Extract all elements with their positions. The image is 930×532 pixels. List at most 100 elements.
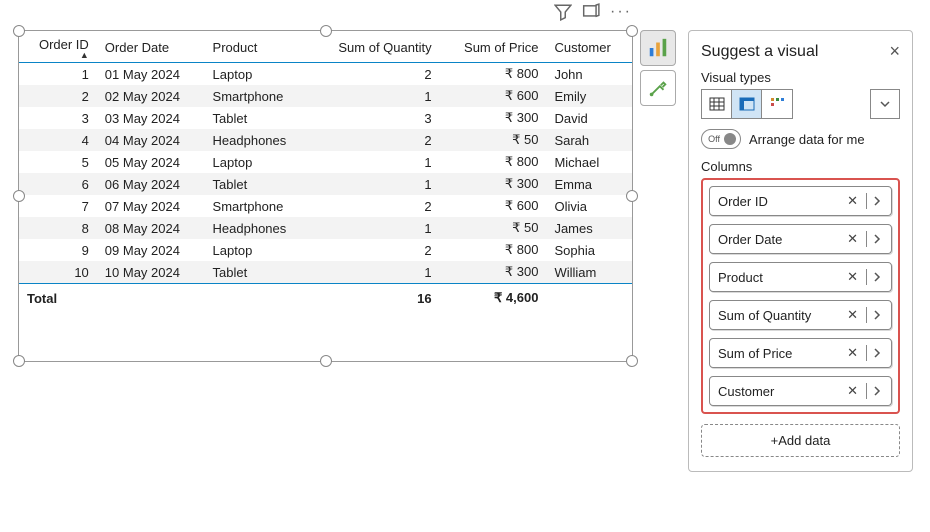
- suggest-visual-panel: Suggest a visual × Visual types Off Arra…: [688, 30, 913, 472]
- more-options-icon[interactable]: ···: [610, 3, 632, 21]
- format-visual-button[interactable]: [640, 70, 676, 106]
- table-row[interactable]: 707 May 2024Smartphone2₹ 600Olivia: [19, 195, 632, 217]
- column-header[interactable]: Order Date: [97, 31, 205, 63]
- field-pill[interactable]: Sum of Quantity✕: [709, 300, 892, 330]
- cell: Tablet: [205, 173, 311, 195]
- resize-handle[interactable]: [13, 355, 25, 367]
- remove-field-icon[interactable]: ✕: [843, 269, 862, 285]
- total-qty: 16: [311, 284, 440, 313]
- remove-field-icon[interactable]: ✕: [843, 383, 862, 399]
- table-row[interactable]: 303 May 2024Tablet3₹ 300David: [19, 107, 632, 129]
- table-row[interactable]: 404 May 2024Headphones2₹ 50Sarah: [19, 129, 632, 151]
- resize-handle[interactable]: [626, 355, 638, 367]
- field-pill[interactable]: Customer✕: [709, 376, 892, 406]
- table-total-row: Total 16 ₹ 4,600: [19, 284, 632, 313]
- table-row[interactable]: 101 May 2024Laptop2₹ 800John: [19, 63, 632, 86]
- chevron-right-icon[interactable]: [871, 271, 883, 283]
- column-header[interactable]: Sum of Quantity: [311, 31, 440, 63]
- cell: 3: [311, 107, 440, 129]
- cell: Michael: [546, 151, 632, 173]
- table-row[interactable]: 808 May 2024Headphones1₹ 50James: [19, 217, 632, 239]
- column-header[interactable]: Customer: [546, 31, 632, 63]
- remove-field-icon[interactable]: ✕: [843, 193, 862, 209]
- resize-handle[interactable]: [320, 25, 332, 37]
- cell: 07 May 2024: [97, 195, 205, 217]
- cell: Olivia: [546, 195, 632, 217]
- build-visual-button[interactable]: [640, 30, 676, 66]
- cell: 10 May 2024: [97, 261, 205, 284]
- cell: ₹ 600: [440, 85, 547, 107]
- chevron-right-icon[interactable]: [871, 233, 883, 245]
- resize-handle[interactable]: [320, 355, 332, 367]
- total-price: ₹ 4,600: [440, 284, 547, 313]
- cell: William: [546, 261, 632, 284]
- cell: 2: [311, 63, 440, 86]
- focus-mode-icon[interactable]: [582, 3, 600, 21]
- panel-title: Suggest a visual: [701, 43, 818, 61]
- cell: ₹ 800: [440, 151, 547, 173]
- close-icon[interactable]: ×: [889, 41, 900, 62]
- field-pill[interactable]: Order ID✕: [709, 186, 892, 216]
- resize-handle[interactable]: [626, 25, 638, 37]
- side-rail: [640, 30, 676, 106]
- cell: Laptop: [205, 63, 311, 86]
- cell: 2: [311, 195, 440, 217]
- cell: 9: [19, 239, 97, 261]
- table-row[interactable]: 909 May 2024Laptop2₹ 800Sophia: [19, 239, 632, 261]
- column-header[interactable]: Product: [205, 31, 311, 63]
- field-label: Order Date: [718, 232, 843, 247]
- cell: Tablet: [205, 107, 311, 129]
- cell: 10: [19, 261, 97, 284]
- remove-field-icon[interactable]: ✕: [843, 345, 862, 361]
- cell: Emily: [546, 85, 632, 107]
- cell: 4: [19, 129, 97, 151]
- table-row[interactable]: 606 May 2024Tablet1₹ 300Emma: [19, 173, 632, 195]
- cell: 1: [311, 151, 440, 173]
- cell: 1: [311, 261, 440, 284]
- filter-icon[interactable]: [554, 3, 572, 21]
- field-label: Customer: [718, 384, 843, 399]
- field-pill[interactable]: Product✕: [709, 262, 892, 292]
- add-data-button[interactable]: +Add data: [701, 424, 900, 457]
- sort-ascending-icon: ▲: [27, 52, 89, 58]
- cell: David: [546, 107, 632, 129]
- visual-type-expand[interactable]: [870, 89, 900, 119]
- cell: 2: [19, 85, 97, 107]
- table-visual-container[interactable]: ··· Order ID▲Order DateProductSum of Qua…: [18, 30, 633, 362]
- cell: ₹ 50: [440, 129, 547, 151]
- chevron-right-icon[interactable]: [871, 195, 883, 207]
- chevron-right-icon[interactable]: [871, 309, 883, 321]
- cell: ₹ 600: [440, 195, 547, 217]
- cell: 08 May 2024: [97, 217, 205, 239]
- visual-type-picker: [701, 89, 793, 119]
- cell: 7: [19, 195, 97, 217]
- cell: 8: [19, 217, 97, 239]
- resize-handle[interactable]: [13, 190, 25, 202]
- visual-type-matrix-icon[interactable]: [732, 90, 762, 118]
- cell: Tablet: [205, 261, 311, 284]
- cell: 05 May 2024: [97, 151, 205, 173]
- resize-handle[interactable]: [13, 25, 25, 37]
- cell: 01 May 2024: [97, 63, 205, 86]
- cell: 1: [311, 217, 440, 239]
- column-header[interactable]: Sum of Price: [440, 31, 547, 63]
- chevron-right-icon[interactable]: [871, 385, 883, 397]
- field-pill[interactable]: Sum of Price✕: [709, 338, 892, 368]
- table-row[interactable]: 1010 May 2024Tablet1₹ 300William: [19, 261, 632, 284]
- arrange-toggle[interactable]: Off: [701, 129, 741, 149]
- chevron-right-icon[interactable]: [871, 347, 883, 359]
- remove-field-icon[interactable]: ✕: [843, 307, 862, 323]
- cell: 04 May 2024: [97, 129, 205, 151]
- column-header[interactable]: Order ID▲: [19, 31, 97, 63]
- table-row[interactable]: 202 May 2024Smartphone1₹ 600Emily: [19, 85, 632, 107]
- data-table: Order ID▲Order DateProductSum of Quantit…: [19, 31, 632, 312]
- field-label: Order ID: [718, 194, 843, 209]
- cell: ₹ 800: [440, 239, 547, 261]
- visual-type-card-icon[interactable]: [762, 90, 792, 118]
- table-row[interactable]: 505 May 2024Laptop1₹ 800Michael: [19, 151, 632, 173]
- cell: 3: [19, 107, 97, 129]
- field-pill[interactable]: Order Date✕: [709, 224, 892, 254]
- resize-handle[interactable]: [626, 190, 638, 202]
- visual-type-table-icon[interactable]: [702, 90, 732, 118]
- remove-field-icon[interactable]: ✕: [843, 231, 862, 247]
